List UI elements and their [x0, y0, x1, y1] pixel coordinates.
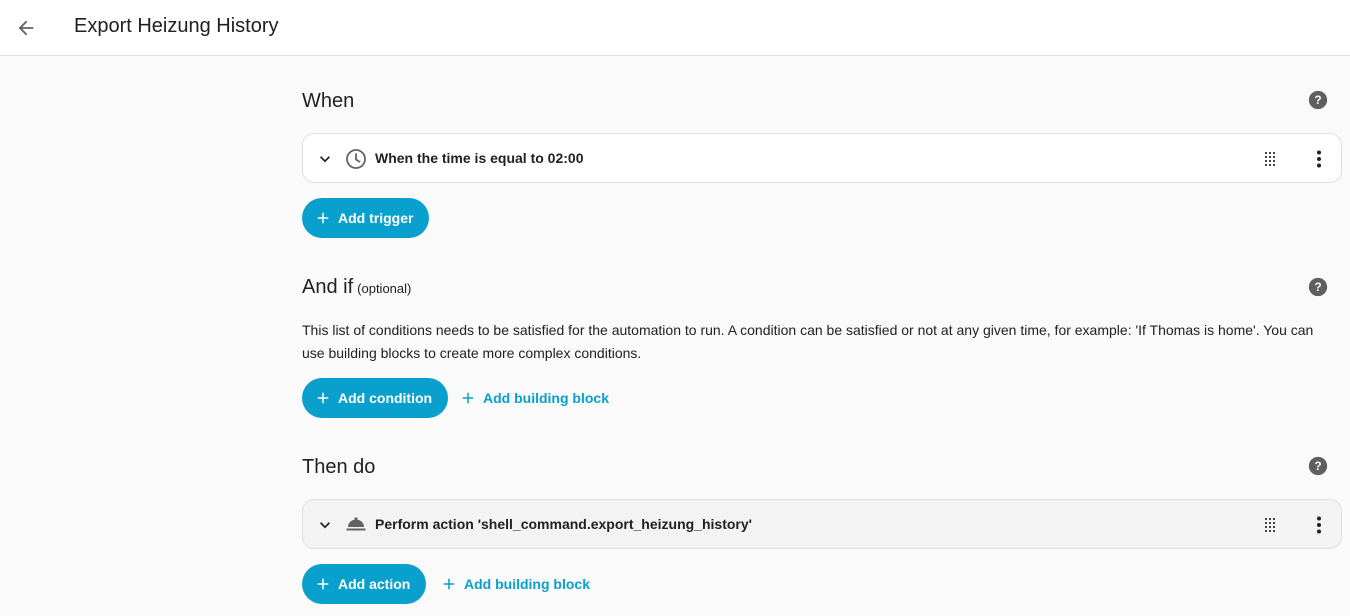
drag-handle-icon[interactable] [1260, 515, 1280, 535]
conditions-description: This list of conditions needs to be sati… [302, 322, 1314, 361]
svg-text:?: ? [1314, 280, 1321, 294]
more-vert-icon[interactable] [1307, 147, 1331, 171]
plus-icon [443, 578, 455, 590]
trigger-label: When the time is equal to 02:00 [375, 150, 584, 166]
and-if-title: And if [302, 276, 354, 298]
drag-handle-icon[interactable] [1260, 149, 1280, 169]
add-condition-label: Add condition [338, 390, 433, 406]
help-icon[interactable]: ? [1307, 455, 1329, 477]
page-title: Export Heizung History [74, 15, 279, 37]
action-label: Perform action 'shell_command.export_hei… [375, 516, 752, 532]
more-vert-icon[interactable] [1307, 513, 1331, 537]
plus-icon [317, 392, 329, 404]
add-building-block-label: Add building block [483, 390, 609, 406]
add-condition-button[interactable]: Add condition [302, 378, 449, 418]
add-building-block-button[interactable]: Add building block [459, 378, 609, 418]
plus-icon [317, 578, 329, 590]
section-title-then-do: Then do [302, 456, 376, 478]
action-row[interactable]: Perform action 'shell_command.export_hei… [302, 499, 1342, 549]
help-icon[interactable]: ? [1307, 89, 1329, 111]
add-action-button[interactable]: Add action [302, 564, 427, 604]
add-action-label: Add action [338, 576, 411, 592]
help-icon[interactable]: ? [1307, 276, 1329, 298]
chevron-down-icon[interactable] [315, 149, 335, 169]
section-title-and-if: And if (optional) [302, 276, 411, 299]
svg-text:?: ? [1314, 93, 1321, 107]
trigger-row[interactable]: When the time is equal to 02:00 [302, 133, 1342, 183]
room-service-icon [346, 517, 366, 531]
svg-text:?: ? [1314, 459, 1321, 473]
arrow-left-icon [18, 20, 34, 36]
optional-label: (optional) [357, 281, 412, 296]
add-trigger-label: Add trigger [338, 210, 414, 226]
section-title-when: When [302, 90, 355, 112]
chevron-down-icon[interactable] [315, 515, 335, 535]
add-building-block-label: Add building block [464, 576, 590, 592]
plus-icon [462, 392, 474, 404]
plus-icon [317, 212, 329, 224]
top-app-bar: Export Heizung History [0, 0, 1350, 56]
back-button[interactable] [12, 14, 40, 42]
add-building-block-button[interactable]: Add building block [440, 564, 590, 604]
clock-icon [346, 149, 366, 169]
add-trigger-button[interactable]: Add trigger [302, 198, 430, 238]
